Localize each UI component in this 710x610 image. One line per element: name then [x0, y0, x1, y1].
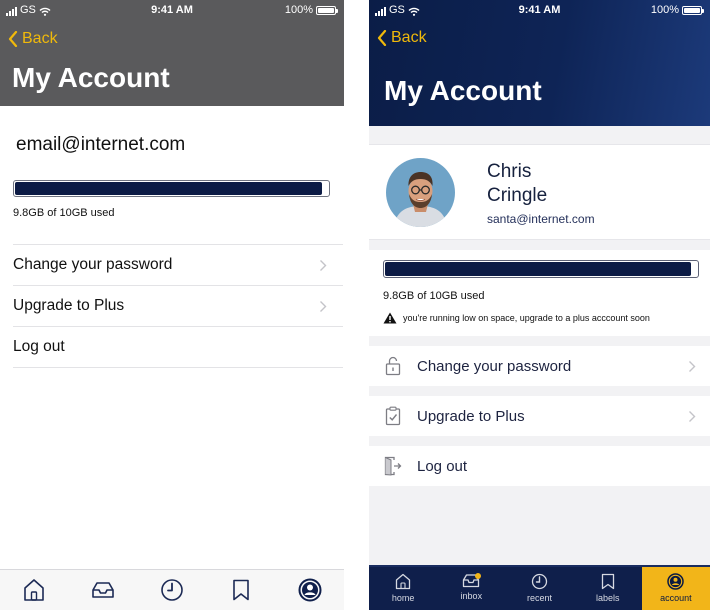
header: GS 9:41 AM 100% Back My Account	[369, 0, 710, 126]
battery-percent: 100%	[650, 4, 679, 16]
status-bar: GS 9:41 AM 100%	[0, 0, 344, 20]
storage-progress-bar	[13, 180, 330, 197]
tab-inbox[interactable]: inbox	[437, 567, 505, 610]
account-email: email@internet.com	[16, 134, 186, 155]
back-label: Back	[22, 30, 58, 47]
tab-label: account	[660, 593, 692, 603]
chevron-left-icon	[377, 30, 387, 46]
profile-name: Chris Cringle	[487, 160, 547, 208]
profile-first-name: Chris	[487, 161, 532, 182]
chevron-right-icon	[320, 300, 327, 312]
storage-warning-text: you're running low on space, upgrade to …	[403, 313, 650, 323]
menu-item-label: Upgrade to Plus	[13, 297, 125, 314]
chevron-right-icon	[689, 410, 696, 422]
menu-item-label: Change your password	[417, 357, 572, 375]
menu-item-label: Log out	[417, 457, 468, 475]
account-icon	[667, 573, 685, 590]
menu-item-label: Upgrade to Plus	[417, 407, 525, 425]
header: GS 9:41 AM 100% Back My Account	[0, 0, 344, 106]
page-title: My Account	[384, 75, 542, 106]
tab-label: recent	[527, 593, 553, 603]
back-button[interactable]: Back	[377, 29, 427, 47]
tab-recent[interactable]	[154, 572, 190, 608]
tab-label: home	[391, 593, 415, 603]
menu-item-change-password[interactable]: Change your password	[13, 245, 343, 286]
status-bar: GS 9:41 AM 100%	[369, 0, 710, 20]
chevron-right-icon	[320, 259, 327, 271]
tab-home[interactable]	[16, 572, 52, 608]
home-icon	[24, 579, 45, 601]
account-icon	[298, 578, 322, 602]
avatar	[386, 158, 455, 227]
labels-icon	[232, 579, 249, 601]
recent-icon	[531, 573, 548, 590]
menu-item-upgrade[interactable]: Upgrade to Plus	[13, 286, 343, 327]
storage-usage-text: 9.8GB of 10GB used	[383, 290, 485, 302]
home-icon	[395, 573, 411, 590]
tab-account[interactable]: account	[641, 567, 710, 610]
tab-labels[interactable]: labels	[574, 567, 642, 610]
inbox-icon	[92, 582, 114, 598]
screen-enhanced: GS 9:41 AM 100% Back My Account Chris Cr…	[369, 0, 710, 610]
logout-icon	[384, 456, 402, 476]
profile-card: Chris Cringle santa@internet.com	[369, 144, 710, 240]
chevron-right-icon	[689, 360, 696, 372]
account-menu: Change your password Upgrade to Plus Log…	[13, 244, 343, 368]
menu-item-upgrade[interactable]: Upgrade to Plus	[369, 396, 710, 436]
recent-icon	[161, 579, 183, 601]
tab-home[interactable]: home	[369, 567, 437, 610]
tab-bar: home inbox recent labels account	[369, 565, 710, 610]
tab-label: labels	[595, 593, 620, 603]
lock-icon	[385, 356, 401, 376]
battery-icon	[682, 5, 704, 15]
labels-icon	[601, 573, 614, 590]
battery-percent: 100%	[284, 4, 313, 16]
tab-recent[interactable]: recent	[505, 567, 573, 610]
page-title: My Account	[12, 62, 170, 93]
profile-email: santa@internet.com	[487, 212, 595, 226]
storage-progress-fill	[385, 262, 691, 276]
menu-item-change-password[interactable]: Change your password	[369, 346, 710, 386]
storage-warning: you're running low on space, upgrade to …	[383, 312, 650, 324]
warning-icon	[383, 312, 397, 324]
profile-last-name: Cringle	[487, 185, 548, 206]
menu-item-label: Log out	[13, 338, 65, 355]
avatar-photo	[386, 158, 455, 227]
back-button[interactable]: Back	[8, 30, 58, 48]
battery-icon	[316, 5, 338, 15]
menu-item-label: Change your password	[13, 256, 173, 273]
storage-progress-bar	[383, 260, 699, 278]
tab-bar	[0, 569, 344, 610]
storage-card: 9.8GB of 10GB used you're running low on…	[369, 250, 710, 336]
screen-basic: GS 9:41 AM 100% Back My Account email@in…	[0, 0, 344, 610]
tab-inbox[interactable]	[85, 572, 121, 608]
tab-labels[interactable]	[223, 572, 259, 608]
menu-item-log-out[interactable]: Log out	[13, 327, 343, 368]
inbox-badge	[475, 573, 482, 579]
chevron-left-icon	[8, 31, 18, 47]
tab-label: inbox	[460, 591, 483, 601]
back-label: Back	[391, 29, 427, 46]
menu-item-log-out[interactable]: Log out	[369, 446, 710, 486]
upgrade-icon	[385, 406, 401, 426]
storage-usage-text: 9.8GB of 10GB used	[13, 207, 115, 219]
storage-progress-fill	[15, 182, 322, 195]
tab-account[interactable]	[292, 572, 328, 608]
